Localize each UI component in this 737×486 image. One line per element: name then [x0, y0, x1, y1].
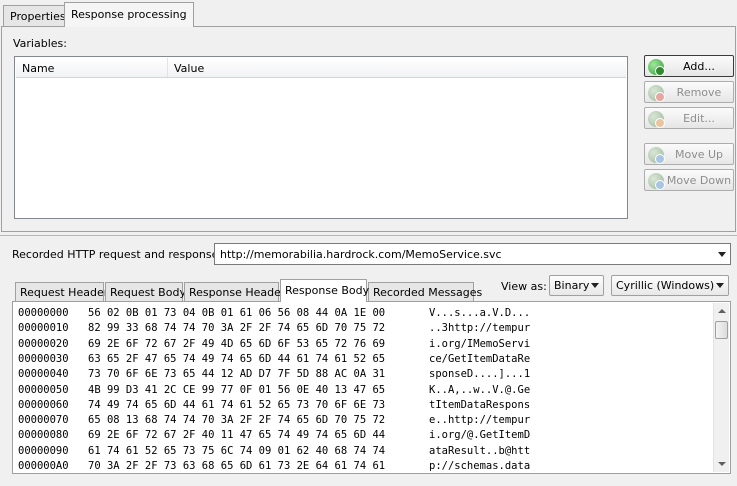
hex-ascii: V...s...a.V.D... — [429, 307, 531, 319]
edit-button-label: Edit... — [683, 112, 715, 125]
encoding-select[interactable]: Cyrillic (Windows) — [611, 275, 729, 296]
view-as-label: View as: — [501, 280, 547, 293]
move-up-button[interactable]: Move Up — [644, 143, 734, 165]
hex-bytes: 74 49 74 65 6D 44 61 74 61 52 65 73 70 6… — [88, 398, 386, 411]
hex-bytes: 69 2E 6F 72 67 2F 49 4D 65 6D 6F 53 65 7… — [88, 337, 386, 350]
variables-list-header: Name Value — [16, 58, 626, 78]
hex-bytes: 73 70 6F 6E 73 65 44 12 AD D7 7F 5D 88 A… — [88, 368, 386, 381]
variables-list[interactable]: Name Value — [14, 56, 628, 219]
hex-offset: 00000090 — [18, 444, 69, 457]
hex-offset: 00000030 — [18, 352, 69, 365]
hex-offset: 000000A0 — [18, 460, 69, 472]
variables-label: Variables: — [13, 37, 67, 50]
recorded-url-select[interactable]: http://memorabilia.hardrock.com/MemoServ… — [214, 243, 731, 265]
move-down-icon — [648, 173, 665, 190]
move-up-button-label: Move Up — [674, 148, 724, 161]
hex-viewer[interactable]: 00000000 56 02 0B 01 73 04 0B 01 61 06 56… — [12, 301, 731, 474]
hex-offset: 00000050 — [18, 383, 69, 396]
hex-bytes: 82 99 33 68 74 74 70 3A 2F 2F 74 65 6D 7… — [88, 322, 386, 335]
hex-offset: 00000000 — [18, 307, 69, 319]
tab-response-body[interactable]: Response Body — [280, 279, 369, 302]
hex-bytes: 61 74 61 52 65 73 75 6C 74 09 01 62 40 6… — [88, 444, 386, 457]
top-tab-strip: Properties Response processing — [0, 0, 737, 27]
hex-offset: 00000040 — [18, 368, 69, 381]
remove-button-label: Remove — [676, 86, 722, 99]
hex-ascii: tItemDataRespons — [429, 398, 531, 411]
move-down-button[interactable]: Move Down — [644, 169, 734, 191]
remove-icon — [648, 85, 665, 102]
tab-properties[interactable]: Properties — [3, 5, 73, 26]
hex-bytes: 65 08 13 68 74 74 70 3A 2F 2F 74 65 6D 7… — [88, 414, 386, 427]
hex-offset: 00000010 — [18, 322, 69, 335]
tab-request-header[interactable]: Request Header — [15, 282, 108, 301]
hex-bytes: 69 2E 6F 72 67 2F 40 11 47 65 74 49 74 6… — [88, 429, 386, 442]
hex-ascii: e..http://tempur — [429, 414, 531, 427]
chevron-down-icon — [591, 283, 599, 288]
tab-response-processing[interactable]: Response processing — [64, 2, 194, 27]
add-button-label: Add... — [683, 60, 715, 73]
hex-ascii: p://schemas.data — [429, 460, 531, 472]
chevron-down-icon — [718, 252, 726, 257]
hex-offset: 00000020 — [18, 337, 69, 350]
move-down-button-label: Move Down — [666, 174, 732, 187]
hex-bytes: 56 02 0B 01 73 04 0B 01 61 06 56 08 44 0… — [88, 307, 386, 319]
scroll-up-icon[interactable] — [718, 309, 726, 313]
hex-ascii: ce/GetItemDataRe — [429, 352, 531, 365]
tab-response-header[interactable]: Response Header — [184, 282, 285, 301]
scroll-thumb[interactable] — [715, 321, 728, 339]
scroll-down-icon[interactable] — [718, 462, 726, 466]
hex-ascii: sponseD....]...1 — [429, 368, 531, 381]
vertical-scrollbar[interactable] — [713, 303, 729, 472]
move-up-icon — [648, 147, 665, 164]
edit-button[interactable]: Edit... — [644, 107, 734, 129]
response-processing-panel: Variables: Name Value Add... Remove Edit… — [1, 26, 736, 232]
view-mode-value: Binary — [554, 279, 590, 292]
splitter[interactable] — [0, 235, 737, 236]
hex-bytes: 4B 99 D3 41 2C CE 99 77 0F 01 56 0E 40 1… — [88, 383, 386, 396]
hex-offset: 00000080 — [18, 429, 69, 442]
hex-ascii: K..A,..w..V.@.Ge — [429, 383, 531, 396]
hex-ascii: ataResult..b@htt — [429, 444, 531, 457]
column-header-value[interactable]: Value — [168, 58, 628, 77]
tab-request-body[interactable]: Request Body — [105, 282, 186, 301]
encoding-value: Cyrillic (Windows) — [616, 279, 715, 292]
recorded-url-value: http://memorabilia.hardrock.com/MemoServ… — [220, 248, 502, 261]
column-header-name[interactable]: Name — [16, 58, 168, 77]
hex-ascii: i.org/IMemoServi — [429, 337, 531, 350]
tab-recorded-messages[interactable]: Recorded Messages — [368, 282, 482, 301]
hex-bytes: 63 65 2F 47 65 74 49 74 65 6D 44 61 74 6… — [88, 352, 386, 365]
edit-icon — [648, 111, 665, 128]
recorded-label: Recorded HTTP request and response: — [12, 248, 223, 261]
remove-button[interactable]: Remove — [644, 81, 734, 103]
hex-offset: 00000060 — [18, 398, 69, 411]
view-mode-select[interactable]: Binary — [549, 275, 604, 296]
hex-bytes: 70 3A 2F 2F 73 63 68 65 6D 61 73 2E 64 6… — [88, 460, 386, 472]
hex-ascii: i.org/@.GetItemD — [429, 429, 531, 442]
hex-ascii: ..3http://tempur — [429, 322, 531, 335]
chevron-down-icon — [716, 283, 724, 288]
hex-offset: 00000070 — [18, 414, 69, 427]
add-icon — [648, 59, 665, 76]
add-button[interactable]: Add... — [644, 55, 734, 77]
